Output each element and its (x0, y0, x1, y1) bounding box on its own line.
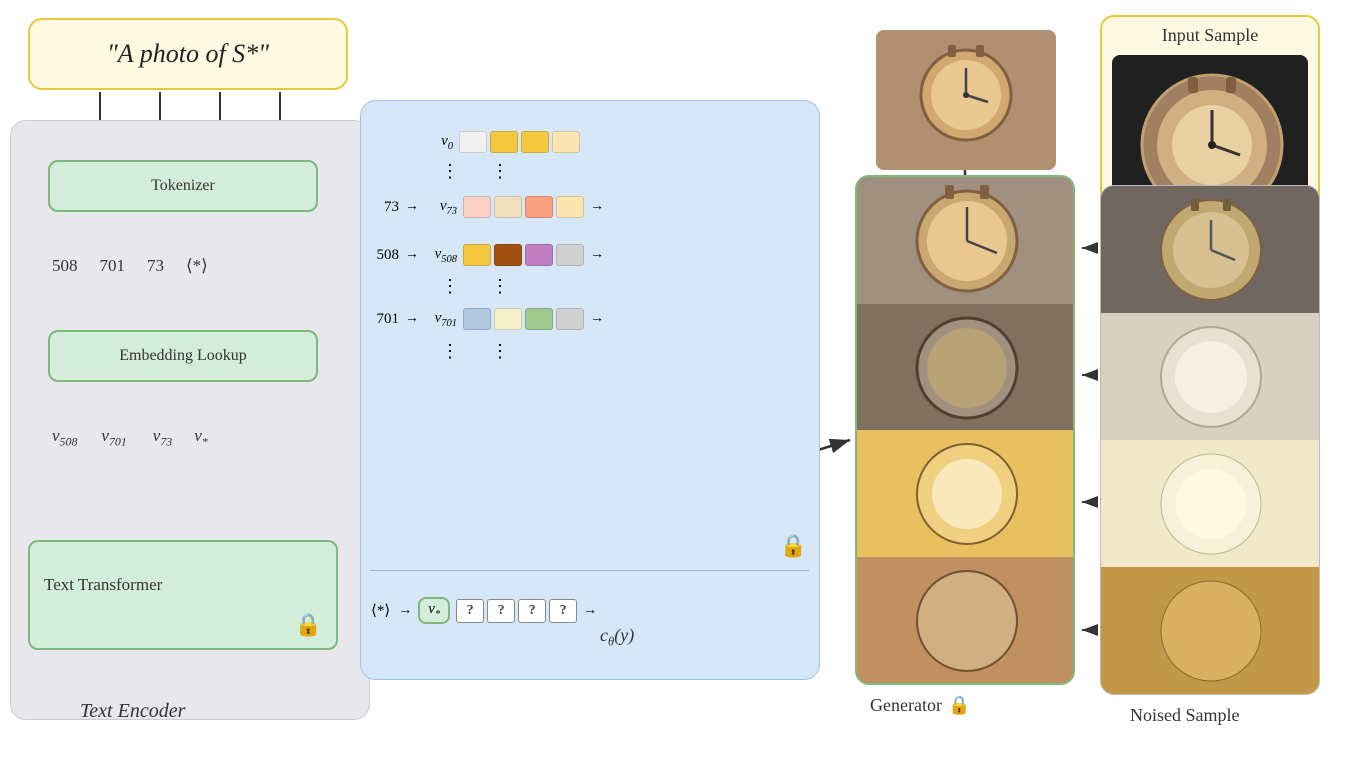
input-phrase-box: "A photo of S*" (28, 18, 348, 90)
vec-508: v508 (52, 426, 77, 449)
embedding-label: Embedding Lookup (119, 347, 247, 365)
dots-1: ⋮ (441, 161, 459, 182)
token-numbers: 508 701 73 ⟨*⟩ (52, 256, 208, 276)
v0-block-1 (459, 131, 487, 153)
dots-5: ⋮ (441, 341, 459, 362)
dots-2: ⋮ (491, 161, 509, 182)
noised-seg-4 (1101, 567, 1319, 694)
noised-sample-box (1100, 185, 1320, 695)
embedding-lookup-box: Embedding Lookup (48, 330, 318, 382)
v0-block-3 (521, 131, 549, 153)
embed-row-v73: 73 → v73 → (371, 196, 604, 218)
ctheta-label: cθ(y) (600, 625, 634, 650)
embedding-lock: 🔒 (780, 533, 807, 559)
vstar-row: ⟨*⟩ → v* ? ? ? ? → (371, 597, 597, 624)
gen-segment-2 (857, 304, 1073, 431)
text-transformer-box: Text Transformer 🔒 (28, 540, 338, 650)
embed-separator (371, 570, 809, 571)
token-73: 73 (147, 256, 164, 276)
vstar-box: v* (418, 597, 450, 624)
vec-701: v701 (101, 426, 126, 449)
dots-3: ⋮ (441, 276, 459, 297)
diagram-container: "A photo of S*" Tokenizer 508 701 73 ⟨*⟩… (0, 0, 1345, 758)
output-clock-svg (876, 30, 1056, 170)
noised-seg-1 (1101, 186, 1319, 313)
noised-seg-3 (1101, 440, 1319, 567)
generator-box (855, 175, 1075, 685)
token-701: 701 (100, 256, 126, 276)
gen-segment-3 (857, 430, 1073, 557)
dots-6: ⋮ (491, 341, 509, 362)
noised-seg-2 (1101, 313, 1319, 440)
output-clock (876, 30, 1056, 170)
dots-4: ⋮ (491, 276, 509, 297)
text-transformer-lock: 🔒 (295, 612, 322, 638)
vec-star: v* (194, 426, 208, 449)
text-encoder-label: Text Encoder (80, 700, 185, 723)
vec-73: v73 (153, 426, 172, 449)
gen-segment-1 (857, 177, 1073, 304)
embed-vectors: v508 v701 v73 v* (52, 426, 208, 449)
generator-label: Generator 🔒 (870, 695, 970, 716)
tokenizer-box: Tokenizer (48, 160, 318, 212)
input-sample-label-text: Input Sample (1102, 25, 1318, 46)
embed-row-v701: 701 → v701 → (371, 308, 604, 330)
text-transformer-label: Text Transformer (44, 575, 162, 595)
gen-segment-4 (857, 557, 1073, 684)
qmarks-row: ? ? ? ? (456, 599, 577, 623)
tokenizer-label: Tokenizer (151, 177, 215, 195)
noised-sample-label: Noised Sample (1130, 705, 1240, 726)
token-508: 508 (52, 256, 78, 276)
v0-block-4 (552, 131, 580, 153)
generator-lock: 🔒 (948, 695, 970, 716)
v0-block-2 (490, 131, 518, 153)
input-phrase-text: "A photo of S*" (107, 39, 269, 69)
embed-row-v0: v0 (421, 131, 580, 153)
embedding-panel: v0 ⋮ ⋮ 73 → v73 → 508 (360, 100, 820, 680)
embed-row-v508: 508 → v508 → (371, 244, 604, 266)
token-star: ⟨*⟩ (186, 256, 208, 276)
